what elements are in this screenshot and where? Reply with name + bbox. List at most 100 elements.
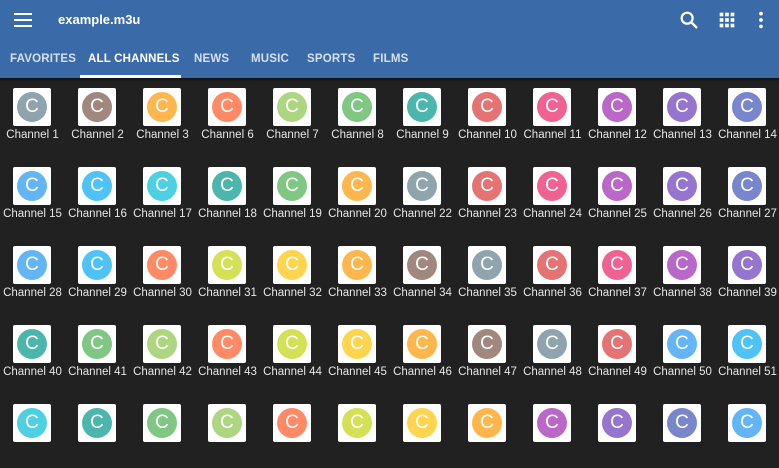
tab-news[interactable]: NEWS bbox=[194, 40, 229, 78]
channel-logo: C bbox=[143, 325, 181, 363]
channel-tile[interactable]: C bbox=[130, 400, 195, 468]
channel-name: Channel 3 bbox=[136, 129, 189, 141]
tab-all-channels[interactable]: ALL CHANNELS bbox=[88, 40, 180, 78]
channel-logo: C bbox=[533, 88, 571, 126]
app-bar: example.m3u bbox=[0, 0, 779, 40]
channel-logo-letter: C bbox=[342, 408, 372, 438]
more-vert-icon[interactable] bbox=[750, 9, 772, 31]
channel-logo-letter: C bbox=[147, 329, 177, 359]
channel-tile[interactable]: C Channel 12 bbox=[585, 84, 650, 152]
menu-icon[interactable] bbox=[12, 10, 34, 30]
channel-logo-letter: C bbox=[667, 408, 697, 438]
channel-tile[interactable]: C Channel 18 bbox=[195, 163, 260, 231]
channel-tile[interactable]: C bbox=[650, 400, 715, 468]
channel-tile[interactable]: C bbox=[585, 400, 650, 468]
channel-tile[interactable]: C Channel 26 bbox=[650, 163, 715, 231]
channel-name: Channel 6 bbox=[201, 129, 254, 141]
channel-tile[interactable]: C Channel 15 bbox=[0, 163, 65, 231]
channel-tile[interactable]: C Channel 40 bbox=[0, 321, 65, 389]
channel-name: Channel 15 bbox=[3, 208, 62, 220]
channel-logo-letter: C bbox=[667, 171, 697, 201]
tab-films[interactable]: FILMS bbox=[373, 40, 409, 78]
channel-tile[interactable]: C Channel 50 bbox=[650, 321, 715, 389]
channel-tile[interactable]: C Channel 8 bbox=[325, 84, 390, 152]
tab-favorites[interactable]: FAVORITES bbox=[10, 40, 76, 78]
channel-logo: C bbox=[533, 325, 571, 363]
channel-name: Channel 44 bbox=[263, 366, 322, 378]
search-icon[interactable] bbox=[678, 9, 700, 31]
channel-tile[interactable]: C Channel 42 bbox=[130, 321, 195, 389]
channel-logo: C bbox=[728, 325, 766, 363]
channel-logo-letter: C bbox=[82, 250, 112, 280]
channel-tile[interactable]: C bbox=[325, 400, 390, 468]
channel-tile[interactable]: C Channel 20 bbox=[325, 163, 390, 231]
channel-tile[interactable]: C Channel 38 bbox=[650, 242, 715, 310]
channel-name: Channel 28 bbox=[3, 287, 62, 299]
channel-tile[interactable]: C Channel 22 bbox=[390, 163, 455, 231]
channel-logo: C bbox=[208, 167, 246, 205]
channel-tile[interactable]: C Channel 9 bbox=[390, 84, 455, 152]
grid-icon[interactable] bbox=[716, 9, 738, 31]
channel-tile[interactable]: C Channel 47 bbox=[455, 321, 520, 389]
channel-tile[interactable]: C Channel 17 bbox=[130, 163, 195, 231]
channel-name: Channel 36 bbox=[523, 287, 582, 299]
channel-tile[interactable]: C Channel 32 bbox=[260, 242, 325, 310]
channel-tile[interactable]: C Channel 34 bbox=[390, 242, 455, 310]
channel-tile[interactable]: C Channel 37 bbox=[585, 242, 650, 310]
channel-logo-letter: C bbox=[212, 92, 242, 122]
channel-tile[interactable]: C Channel 14 bbox=[715, 84, 779, 152]
channel-tile[interactable]: C Channel 19 bbox=[260, 163, 325, 231]
channel-tile[interactable]: C Channel 6 bbox=[195, 84, 260, 152]
channel-tile[interactable]: C Channel 46 bbox=[390, 321, 455, 389]
channel-logo-letter: C bbox=[82, 408, 112, 438]
channel-tile[interactable]: C Channel 31 bbox=[195, 242, 260, 310]
channel-tile[interactable]: C Channel 27 bbox=[715, 163, 779, 231]
channel-tile[interactable]: C Channel 33 bbox=[325, 242, 390, 310]
channel-tile[interactable]: C Channel 28 bbox=[0, 242, 65, 310]
channel-tile[interactable]: C Channel 39 bbox=[715, 242, 779, 310]
channel-logo-letter: C bbox=[342, 92, 372, 122]
channel-tile[interactable]: C Channel 45 bbox=[325, 321, 390, 389]
tab-sports[interactable]: SPORTS bbox=[307, 40, 356, 78]
channel-tile[interactable]: C bbox=[455, 400, 520, 468]
channel-name: Channel 43 bbox=[198, 366, 257, 378]
channel-tile[interactable]: C Channel 13 bbox=[650, 84, 715, 152]
channel-tile[interactable]: C bbox=[390, 400, 455, 468]
channel-tile[interactable]: C Channel 36 bbox=[520, 242, 585, 310]
channel-tile[interactable]: C Channel 23 bbox=[455, 163, 520, 231]
channel-tile[interactable]: C bbox=[715, 400, 779, 468]
channel-tile[interactable]: C Channel 1 bbox=[0, 84, 65, 152]
channel-tile[interactable]: C Channel 43 bbox=[195, 321, 260, 389]
channel-logo: C bbox=[598, 167, 636, 205]
channel-tile[interactable]: C Channel 7 bbox=[260, 84, 325, 152]
channel-tile[interactable]: C Channel 51 bbox=[715, 321, 779, 389]
channel-tile[interactable]: C Channel 48 bbox=[520, 321, 585, 389]
channel-tile[interactable]: C Channel 24 bbox=[520, 163, 585, 231]
channel-tile[interactable]: C bbox=[65, 400, 130, 468]
channel-logo: C bbox=[208, 404, 246, 442]
channel-tile[interactable]: C Channel 3 bbox=[130, 84, 195, 152]
channel-tile[interactable]: C Channel 35 bbox=[455, 242, 520, 310]
channel-tile[interactable]: C bbox=[195, 400, 260, 468]
channel-logo-letter: C bbox=[602, 408, 632, 438]
channel-tile[interactable]: C Channel 16 bbox=[65, 163, 130, 231]
channel-tile[interactable]: C Channel 2 bbox=[65, 84, 130, 152]
channel-tile[interactable]: C bbox=[0, 400, 65, 468]
channel-tile[interactable]: C Channel 25 bbox=[585, 163, 650, 231]
tab-music[interactable]: MUSIC bbox=[251, 40, 289, 78]
channel-tile[interactable]: C Channel 30 bbox=[130, 242, 195, 310]
channel-tile[interactable]: C Channel 41 bbox=[65, 321, 130, 389]
channel-logo: C bbox=[663, 325, 701, 363]
channel-logo-letter: C bbox=[537, 171, 567, 201]
channel-name: Channel 49 bbox=[588, 366, 647, 378]
channel-tile[interactable]: C Channel 10 bbox=[455, 84, 520, 152]
channel-tile[interactable]: C Channel 11 bbox=[520, 84, 585, 152]
channel-logo-letter: C bbox=[407, 250, 437, 280]
channel-tile[interactable]: C Channel 29 bbox=[65, 242, 130, 310]
channel-tile[interactable]: C Channel 44 bbox=[260, 321, 325, 389]
channel-tile[interactable]: C bbox=[520, 400, 585, 468]
channel-name: Channel 31 bbox=[198, 287, 257, 299]
channel-name: Channel 30 bbox=[133, 287, 192, 299]
channel-tile[interactable]: C Channel 49 bbox=[585, 321, 650, 389]
channel-tile[interactable]: C bbox=[260, 400, 325, 468]
